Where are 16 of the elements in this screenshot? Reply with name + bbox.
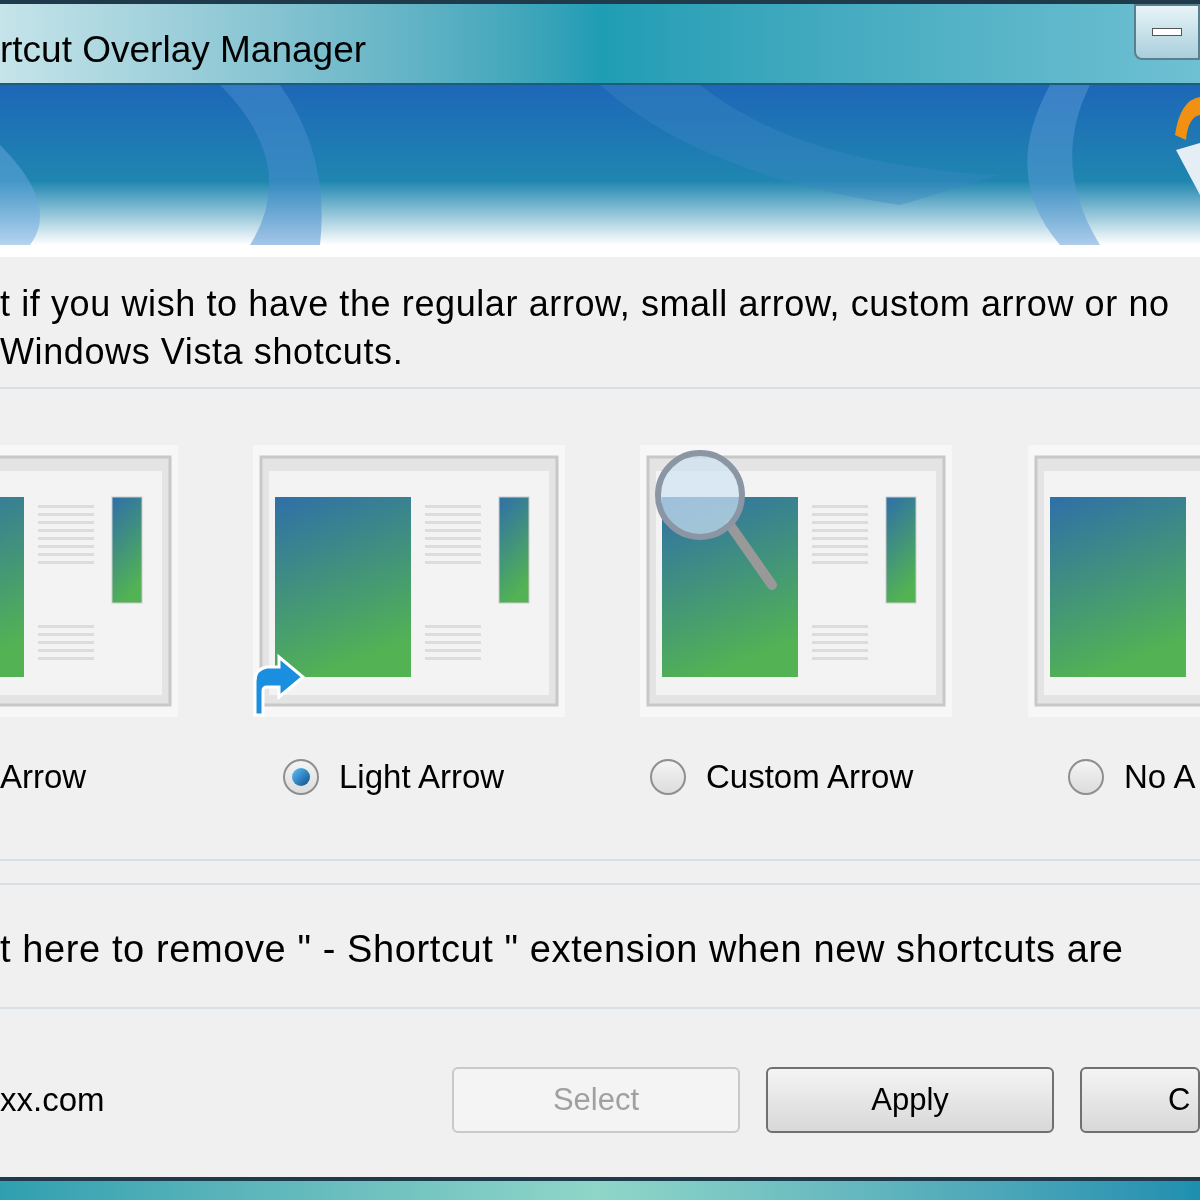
window-title: rtcut Overlay Manager <box>0 28 367 72</box>
minimize-icon <box>1152 28 1182 36</box>
checkbox-label: t here to remove " - Shortcut " extension when new shortcuts are <box>0 928 1125 969</box>
radio-button[interactable] <box>1068 758 1104 795</box>
option-label: Arrow <box>0 757 87 798</box>
description-text: Windows Vista shotcuts. <box>0 330 405 373</box>
dialog-button[interactable]: Apply <box>766 1066 1054 1133</box>
option-label: No A <box>1124 757 1196 798</box>
radio-button[interactable] <box>283 758 319 795</box>
option-label: Light Arrow <box>339 757 505 798</box>
website-link[interactable]: xx.com <box>0 1075 452 1125</box>
description-text: t if you wish to have the regular arrow, small arrow, custom arrow or no <box>0 282 1171 325</box>
dialog-button[interactable]: C <box>1080 1066 1200 1133</box>
radio-button[interactable] <box>650 758 686 795</box>
option-label: Custom Arrow <box>706 757 914 798</box>
minimize-button[interactable] <box>1134 4 1200 60</box>
